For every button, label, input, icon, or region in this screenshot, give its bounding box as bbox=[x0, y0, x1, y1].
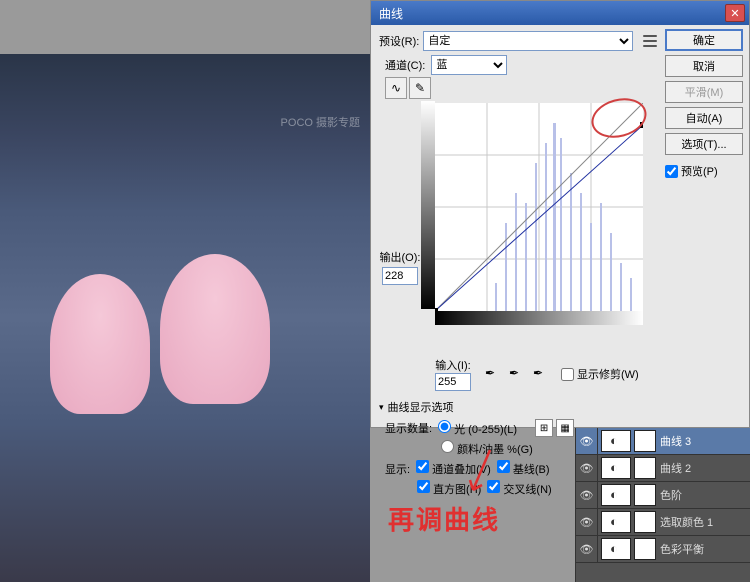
visibility-icon[interactable]: 👁 bbox=[576, 536, 598, 562]
chk-baseline[interactable]: 基线(B) bbox=[497, 460, 550, 477]
show-amount-label: 显示数量: bbox=[385, 420, 432, 436]
display-section-label: 曲线显示选项 bbox=[388, 399, 454, 415]
layer-mask[interactable] bbox=[634, 538, 656, 560]
visibility-icon[interactable]: 👁 bbox=[576, 428, 598, 454]
auto-button[interactable]: 自动(A) bbox=[665, 107, 743, 129]
dialog-title: 曲线 bbox=[379, 5, 403, 22]
layer-name: 选取颜色 1 bbox=[660, 514, 713, 530]
preset-select[interactable]: 自定 bbox=[423, 31, 633, 51]
channel-select[interactable]: 蓝 bbox=[431, 55, 507, 75]
layer-row[interactable]: 👁 色阶 bbox=[576, 482, 750, 509]
layer-row[interactable]: 👁 选取颜色 1 bbox=[576, 509, 750, 536]
white-dropper-icon[interactable]: ✒ bbox=[533, 366, 549, 382]
gray-dropper-icon[interactable]: ✒ bbox=[509, 366, 525, 382]
input-input[interactable] bbox=[435, 373, 471, 391]
curve-graph[interactable] bbox=[435, 103, 643, 311]
layer-name: 色彩平衡 bbox=[660, 541, 704, 557]
close-button[interactable]: ✕ bbox=[725, 4, 745, 22]
ok-button[interactable]: 确定 bbox=[665, 29, 743, 51]
watermark: POCO 摄影专题 bbox=[281, 114, 360, 130]
layers-panel: 👁 曲线 3 👁 曲线 2 👁 色阶 👁 选取颜色 1 👁 色彩平衡 bbox=[575, 428, 750, 582]
layer-row[interactable]: 👁 曲线 3 bbox=[576, 428, 750, 455]
black-dropper-icon[interactable]: ✒ bbox=[485, 366, 501, 382]
layer-thumb[interactable] bbox=[601, 457, 631, 479]
layer-row[interactable]: 👁 色彩平衡 bbox=[576, 536, 750, 563]
layer-row[interactable]: 👁 曲线 2 bbox=[576, 455, 750, 482]
layer-thumb[interactable] bbox=[601, 511, 631, 533]
preset-label: 预设(R): bbox=[379, 33, 419, 49]
grid-coarse-icon[interactable]: ⊞ bbox=[535, 419, 553, 437]
layer-mask[interactable] bbox=[634, 511, 656, 533]
curves-dialog: 曲线 ✕ 预设(R): 自定 通道(C): 蓝 ∿ ✎ bbox=[370, 0, 750, 428]
pencil-tool-icon[interactable]: ✎ bbox=[409, 77, 431, 99]
output-label: 输出(O): bbox=[379, 249, 421, 265]
layer-thumb[interactable] bbox=[601, 538, 631, 560]
layer-name: 曲线 2 bbox=[660, 460, 691, 476]
output-gradient bbox=[421, 101, 435, 309]
layer-mask[interactable] bbox=[634, 457, 656, 479]
input-gradient bbox=[435, 311, 643, 325]
visibility-icon[interactable]: 👁 bbox=[576, 455, 598, 481]
layer-name: 曲线 3 bbox=[660, 433, 691, 449]
preview-checkbox[interactable]: 预览(P) bbox=[665, 163, 743, 179]
collapse-icon[interactable]: ▾ bbox=[379, 402, 384, 413]
close-icon: ✕ bbox=[730, 7, 739, 20]
visibility-icon[interactable]: 👁 bbox=[576, 509, 598, 535]
annotation-text: 再调曲线 bbox=[388, 500, 500, 537]
show-label: 显示: bbox=[385, 461, 410, 477]
show-clipping-checkbox[interactable]: 显示修剪(W) bbox=[561, 366, 639, 382]
cancel-button[interactable]: 取消 bbox=[665, 55, 743, 77]
layer-thumb[interactable] bbox=[601, 430, 631, 452]
layer-mask[interactable] bbox=[634, 430, 656, 452]
options-button[interactable]: 选项(T)... bbox=[665, 133, 743, 155]
channel-label: 通道(C): bbox=[385, 57, 425, 73]
annotation-arrow-icon bbox=[465, 445, 495, 500]
visibility-icon[interactable]: 👁 bbox=[576, 482, 598, 508]
layer-thumb[interactable] bbox=[601, 484, 631, 506]
input-label: 输入(I): bbox=[435, 357, 470, 373]
smooth-button: 平滑(M) bbox=[665, 81, 743, 103]
dialog-titlebar[interactable]: 曲线 ✕ bbox=[371, 1, 749, 25]
edited-photo: POCO 摄影专题 bbox=[0, 54, 370, 582]
grid-fine-icon[interactable]: ▦ bbox=[556, 419, 574, 437]
radio-light[interactable]: 光 (0-255)(L) bbox=[438, 420, 517, 437]
layer-name: 色阶 bbox=[660, 487, 682, 503]
curve-tool-icon[interactable]: ∿ bbox=[385, 77, 407, 99]
chk-intersection[interactable]: 交叉线(N) bbox=[487, 480, 551, 497]
preset-menu-icon[interactable] bbox=[643, 35, 657, 47]
layer-mask[interactable] bbox=[634, 484, 656, 506]
output-input[interactable] bbox=[382, 267, 418, 285]
